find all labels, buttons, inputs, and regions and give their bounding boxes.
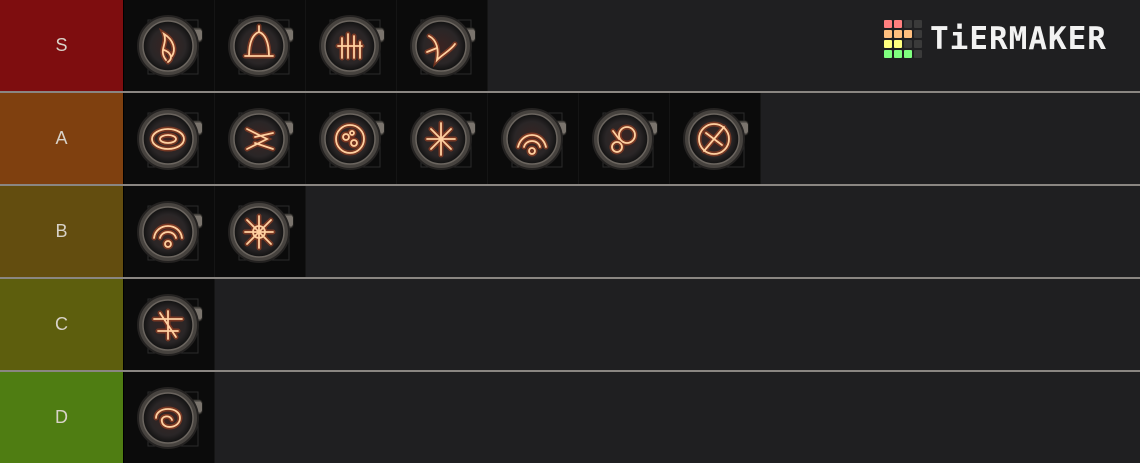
rune-stone-icon — [501, 108, 567, 170]
logo-grid-icon — [884, 20, 922, 58]
tier-row-d: D — [0, 372, 1140, 463]
logo-grid-cell — [894, 20, 902, 28]
logo-grid-cell — [884, 40, 892, 48]
cross-rune-icon[interactable] — [670, 93, 761, 184]
tier-items-a[interactable] — [124, 93, 1140, 184]
spark-rune-icon[interactable] — [215, 186, 306, 277]
hand-rune-icon[interactable] — [306, 0, 397, 91]
tier-label-d[interactable]: D — [0, 372, 124, 463]
tier-items-c[interactable] — [124, 279, 1140, 370]
logo-grid-cell — [894, 50, 902, 58]
rune-stone-icon — [137, 108, 203, 170]
logo-grid-cell — [914, 20, 922, 28]
wave-rune-icon[interactable] — [488, 93, 579, 184]
logo-grid-cell — [884, 30, 892, 38]
shield-rune-icon[interactable] — [124, 279, 215, 370]
tier-label-c[interactable]: C — [0, 279, 124, 370]
logo-grid-cell — [894, 40, 902, 48]
arc-rune-icon[interactable] — [124, 186, 215, 277]
rune-stone-icon — [228, 201, 294, 263]
logo-grid-cell — [884, 20, 892, 28]
tier-list-board: S A B C D TiERMAKER — [0, 0, 1140, 463]
rune-stone-icon — [319, 108, 385, 170]
rune-stone-icon — [228, 15, 294, 77]
bell-rune-icon[interactable] — [215, 0, 306, 91]
logo-grid-cell — [914, 40, 922, 48]
tier-row-c: C — [0, 279, 1140, 370]
rune-stone-icon — [410, 15, 476, 77]
logo-grid-cell — [904, 50, 912, 58]
tier-items-b[interactable] — [124, 186, 1140, 277]
tier-row-a: A — [0, 93, 1140, 184]
tiermaker-logo: TiERMAKER — [884, 20, 1107, 58]
logo-grid-cell — [884, 50, 892, 58]
tier-label-a[interactable]: A — [0, 93, 124, 184]
logo-text: TiERMAKER — [930, 20, 1107, 57]
bird-rune-icon[interactable] — [397, 0, 488, 91]
rune-stone-icon — [683, 108, 749, 170]
ring-rune-icon[interactable] — [124, 93, 215, 184]
logo-grid-cell — [914, 50, 922, 58]
tier-label-b[interactable]: B — [0, 186, 124, 277]
arrow-rune-icon[interactable] — [215, 93, 306, 184]
swirl-rune-icon[interactable] — [124, 372, 215, 463]
logo-grid-cell — [894, 30, 902, 38]
logo-grid-cell — [904, 30, 912, 38]
rune-stone-icon — [319, 15, 385, 77]
rune-stone-icon — [137, 15, 203, 77]
rune-stone-icon — [410, 108, 476, 170]
rune-stone-icon — [592, 108, 658, 170]
rune-stone-icon — [228, 108, 294, 170]
rune-stone-icon — [137, 201, 203, 263]
flame-rune-1-icon[interactable] — [124, 0, 215, 91]
star-rune-icon[interactable] — [397, 93, 488, 184]
orb-rune-icon[interactable] — [579, 93, 670, 184]
logo-grid-cell — [914, 30, 922, 38]
tier-row-b: B — [0, 186, 1140, 277]
tier-label-s[interactable]: S — [0, 0, 124, 91]
logo-grid-cell — [904, 40, 912, 48]
rune-stone-icon — [137, 294, 203, 356]
logo-grid-cell — [904, 20, 912, 28]
rune-stone-icon — [137, 387, 203, 449]
tier-items-d[interactable] — [124, 372, 1140, 463]
burst-rune-icon[interactable] — [306, 93, 397, 184]
